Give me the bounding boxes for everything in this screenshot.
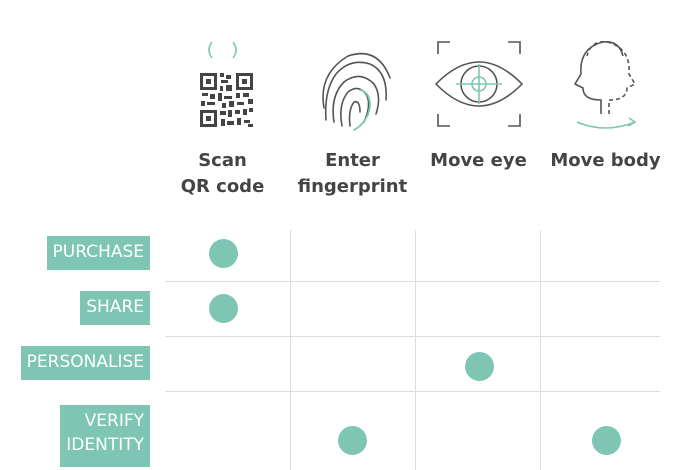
column-label: Scan QR code <box>180 150 265 197</box>
check-dot <box>208 238 238 268</box>
check-dot <box>337 425 367 455</box>
row-label-share: SHARE <box>80 291 150 325</box>
grid-line <box>415 230 416 470</box>
grid-line <box>165 336 660 337</box>
grid-line <box>290 230 291 470</box>
row-label-purchase: PURCHASE <box>46 236 150 270</box>
column-label: Enter fingerprint <box>297 150 408 197</box>
row-label-personalise: PERSONALISE <box>20 346 150 380</box>
matrix-grid <box>165 230 660 470</box>
grid-line <box>165 391 660 392</box>
check-dot <box>208 293 238 323</box>
check-dot <box>464 351 494 381</box>
fingerprint-icon <box>322 52 391 131</box>
grid-line <box>165 281 660 282</box>
column-label: Move eye <box>430 150 527 171</box>
column-label: Move body <box>550 150 661 171</box>
row-label-verify-identity: VERIFY IDENTITY <box>60 405 150 467</box>
eye-scan-icon <box>434 41 524 127</box>
check-dot <box>591 425 621 455</box>
grid-line <box>540 230 541 470</box>
head-turn-icon <box>573 40 637 129</box>
qr-code-icon <box>200 41 253 127</box>
